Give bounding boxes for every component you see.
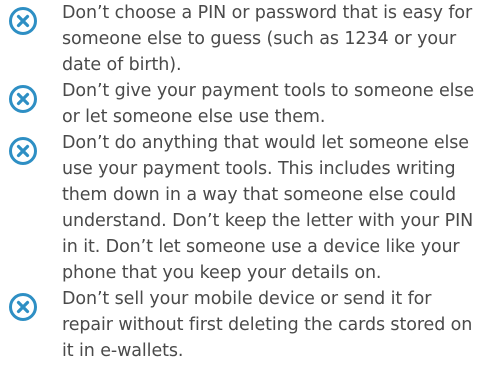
list-item: Don’t sell your mobile device or send it… [8, 286, 478, 364]
list-item-text: Don’t choose a PIN or password that is e… [62, 3, 473, 75]
x-circle-icon [8, 6, 38, 36]
list-item-text: Don’t give your payment tools to someone… [62, 81, 475, 127]
list-item: Don’t give your payment tools to someone… [8, 78, 478, 130]
list-item: Don’t do anything that would let someone… [8, 130, 478, 286]
x-circle-icon [8, 292, 38, 322]
list-item-text: Don’t do anything that would let someone… [62, 133, 474, 283]
x-circle-icon [8, 84, 38, 114]
x-circle-icon [8, 136, 38, 166]
dont-list: Don’t choose a PIN or password that is e… [8, 0, 478, 364]
list-item: Don’t choose a PIN or password that is e… [8, 0, 478, 78]
list-item-text: Don’t sell your mobile device or send it… [62, 289, 473, 361]
